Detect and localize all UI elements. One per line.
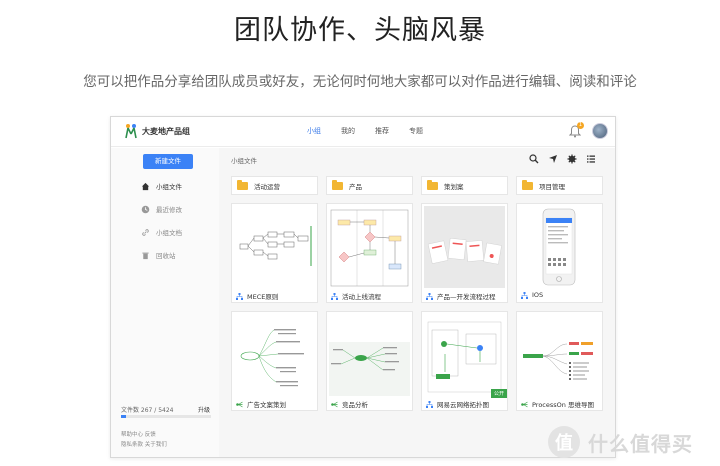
file-card-label: 广告文案策划	[236, 399, 286, 409]
file-title: 产品—开发流程过程	[437, 293, 496, 301]
storage-label: 文件数 267 / 5424	[121, 407, 174, 414]
file-grid: MECE原则 活动上线流程 产品—开发流程过程 IOS 广告文案策划 竞品分析 …	[231, 203, 603, 411]
sidebar-item-group-docs[interactable]: 小组文档	[141, 227, 182, 237]
link-icon	[142, 228, 149, 236]
flowchart-icon	[236, 292, 243, 300]
file-title: 广告文案策划	[247, 401, 286, 409]
folder-label: 产品	[349, 182, 362, 191]
file-title: ProcessOn 思维导图	[532, 401, 594, 409]
storage-bar	[121, 415, 211, 418]
file-card[interactable]: ProcessOn 思维导图	[516, 311, 603, 411]
folder-icon	[427, 179, 438, 190]
file-card[interactable]: 广告文案策划	[231, 311, 318, 411]
top-bar: 大麦地产品组 小组 我的 推荐 专题 1	[111, 117, 615, 147]
folder-icon	[332, 179, 343, 190]
avatar[interactable]	[592, 123, 608, 139]
sidebar-item-group-files[interactable]: 小组文件	[141, 181, 182, 191]
mindmap-icon	[236, 401, 243, 407]
flowchart-icon	[331, 292, 338, 300]
folder-item[interactable]: 活动运营	[231, 176, 318, 195]
footer-links-2[interactable]: 隐私条款 关于我们	[121, 440, 167, 448]
folder-item[interactable]: 项目管理	[516, 176, 603, 195]
file-thumbnail	[329, 206, 410, 288]
mindmap-icon	[521, 401, 528, 407]
folder-icon	[237, 179, 248, 190]
file-card-label: 产品—开发流程过程	[426, 291, 496, 301]
search-icon[interactable]	[529, 154, 539, 164]
file-thumbnail	[519, 206, 600, 288]
watermark-text: 什么值得买	[588, 431, 693, 456]
folder-item[interactable]: 产品	[326, 176, 413, 195]
file-thumbnail	[329, 314, 410, 396]
watermark: 值 什么值得买	[548, 424, 716, 460]
main-area: 小组文件 活动运营 产品 策划案 项目管理 MECE原则 活动上线流程 产品—开…	[219, 148, 615, 457]
file-title: MECE原则	[247, 293, 279, 301]
top-nav: 小组 我的 推荐 专题	[307, 126, 443, 136]
file-thumbnail	[424, 314, 505, 396]
flowchart-icon	[426, 292, 433, 300]
hero-title: 团队协作、头脑风暴	[234, 15, 486, 46]
sidebar-item-label: 最近修改	[156, 206, 182, 214]
sidebar-item-label: 小组文档	[156, 229, 182, 237]
sidebar: 新建文件 小组文件 最近修改 小组文档 回收站 文件数 267 / 5424 升…	[111, 148, 219, 457]
public-badge: 公开	[490, 389, 507, 398]
notification-badge: 1	[577, 122, 584, 129]
footer-links-1[interactable]: 帮助中心 反馈	[121, 430, 156, 438]
file-title: IOS	[532, 291, 544, 299]
file-thumbnail	[234, 206, 315, 288]
list-view-icon[interactable]	[586, 154, 596, 164]
file-title: 网易云网络拓扑图	[437, 401, 489, 409]
folder-row: 活动运营 产品 策划案 项目管理	[231, 176, 603, 195]
file-card-label: MECE原则	[236, 291, 278, 301]
file-card[interactable]: 公开 网易云网络拓扑图	[421, 311, 508, 411]
file-card-label: IOS	[521, 291, 543, 299]
home-icon	[141, 182, 150, 190]
sidebar-item-label: 小组文件	[156, 183, 182, 191]
logo-icon	[125, 124, 137, 139]
new-file-button[interactable]: 新建文件	[143, 154, 193, 169]
sidebar-item-label: 回收站	[156, 252, 176, 260]
send-icon[interactable]	[548, 154, 558, 164]
file-thumbnail	[519, 314, 600, 396]
sidebar-item-recent[interactable]: 最近修改	[141, 204, 182, 214]
hero-subtitle: 您可以把作品分享给团队成员或好友，无论何时何地大家都可以对作品进行编辑、阅读和评…	[83, 74, 637, 90]
breadcrumb: 小组文件	[231, 157, 257, 165]
watermark-logo: 值	[548, 426, 580, 458]
nav-tab-group[interactable]: 小组	[307, 126, 341, 136]
sidebar-item-trash[interactable]: 回收站	[141, 250, 176, 260]
nav-tab-recommend[interactable]: 推荐	[375, 126, 409, 136]
folder-icon	[522, 179, 533, 190]
file-card-label: ProcessOn 思维导图	[521, 399, 594, 409]
file-thumbnail	[424, 206, 505, 288]
upgrade-link[interactable]: 升级	[198, 405, 210, 414]
folder-label: 活动运营	[254, 182, 280, 191]
file-card[interactable]: 活动上线流程	[326, 203, 413, 303]
file-card-label: 网易云网络拓扑图	[426, 399, 489, 409]
folder-label: 项目管理	[539, 182, 565, 191]
file-card-label: 竞品分析	[331, 399, 368, 409]
page: 团队协作、头脑风暴 您可以把作品分享给团队成员或好友，无论何时何地大家都可以对作…	[0, 0, 720, 466]
mindmap-icon	[331, 401, 338, 407]
trash-icon	[142, 252, 149, 259]
file-thumbnail	[234, 314, 315, 396]
folder-label: 策划案	[444, 182, 464, 191]
flowchart-icon	[426, 400, 433, 408]
nav-tab-mine[interactable]: 我的	[341, 126, 375, 136]
file-card-label: 活动上线流程	[331, 291, 381, 301]
storage-bar-fill	[121, 415, 126, 418]
clock-icon	[141, 205, 150, 213]
file-card[interactable]: IOS	[516, 203, 603, 303]
file-card[interactable]: 竞品分析	[326, 311, 413, 411]
file-card[interactable]: MECE原则	[231, 203, 318, 303]
file-title: 活动上线流程	[342, 293, 381, 301]
app-window: 大麦地产品组 小组 我的 推荐 专题 1 新建文件 小组文件 最近修改 小组文档…	[110, 116, 616, 458]
gear-icon[interactable]	[567, 154, 577, 164]
folder-item[interactable]: 策划案	[421, 176, 508, 195]
flowchart-icon	[521, 291, 528, 299]
brand-name: 大麦地产品组	[142, 127, 190, 136]
file-card[interactable]: 产品—开发流程过程	[421, 203, 508, 303]
nav-tab-topics[interactable]: 专题	[409, 126, 443, 136]
file-title: 竞品分析	[342, 401, 368, 409]
